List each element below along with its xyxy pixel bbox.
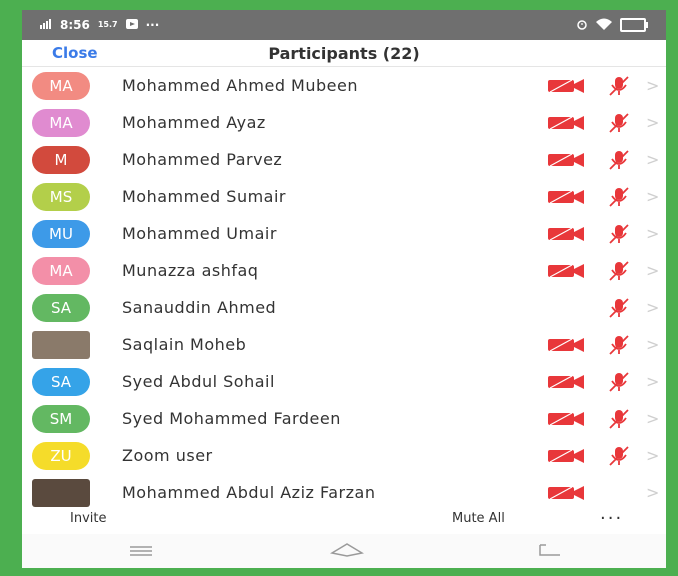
chevron-right-icon[interactable]: > [646,261,659,280]
chevron-right-icon[interactable]: > [646,483,659,502]
page-title: Participants (22) [268,43,420,63]
status-time: 8:56 [60,18,90,32]
avatar: MS [32,182,90,211]
participant-name: Mohammed Abdul Aziz Farzan [122,483,376,502]
mic-muted-icon [608,297,630,319]
chevron-right-icon[interactable]: > [646,335,659,354]
video-off-icon [548,78,584,94]
participant-name: Syed Abdul Sohail [122,372,275,391]
phone-screen: 8:56 15.7 ··· Close Participants (22) MA… [22,10,666,568]
more-dots-icon: ··· [145,18,160,32]
participant-row[interactable]: SA Syed Abdul Sohail > [22,363,666,400]
alarm-icon [576,18,588,33]
participant-name: Saqlain Moheb [122,335,247,354]
mic-muted-icon [608,223,630,245]
participant-row[interactable]: SM Syed Mohammed Fardeen > [22,400,666,437]
avatar: ZU [32,441,90,470]
participant-row[interactable]: MS Mohammed Sumair > [22,178,666,215]
participant-row[interactable]: M Mohammed Parvez > [22,141,666,178]
mute-all-button[interactable]: Mute All [452,511,505,526]
participant-name: Mohammed Parvez [122,150,283,169]
participant-name: Mohammed Ayaz [122,113,266,132]
mic-muted-icon [608,112,630,134]
avatar: M [32,145,90,174]
menu-icon[interactable] [130,542,152,561]
participant-row[interactable]: Saqlain Moheb > [22,326,666,363]
more-options-button[interactable]: ··· [600,508,623,529]
participant-name: Mohammed Umair [122,224,277,243]
video-off-icon [548,337,584,353]
signal-icon [40,18,52,32]
participant-row[interactable]: MA Mohammed Ahmed Mubeen > [22,67,666,104]
avatar [32,330,90,359]
mic-muted-icon [608,334,630,356]
video-off-icon [548,374,584,390]
video-off-icon [548,263,584,279]
close-button[interactable]: Close [52,44,98,62]
participant-name: Zoom user [122,446,213,465]
mic-muted-icon [608,371,630,393]
home-icon[interactable] [329,541,365,561]
chevron-right-icon[interactable]: > [646,298,659,317]
participant-name: Munazza ashfaq [122,261,259,280]
system-nav-bar [22,534,666,568]
avatar: MA [32,108,90,137]
avatar: MA [32,256,90,285]
back-icon[interactable] [536,542,562,561]
mic-muted-icon [608,149,630,171]
status-bar: 8:56 15.7 ··· [22,10,666,40]
video-off-icon [548,226,584,242]
mic-muted-icon [608,186,630,208]
net-speed: 15.7 [97,20,118,29]
avatar: MA [32,71,90,100]
participant-list: MA Mohammed Ahmed Mubeen > MA Mohammed Ayaz >… [22,67,666,511]
participant-row[interactable]: SA Sanauddin Ahmed > [22,289,666,326]
video-off-icon [548,189,584,205]
video-off-icon [548,485,584,501]
chevron-right-icon[interactable]: > [646,150,659,169]
invite-button[interactable]: Invite [70,511,106,526]
participant-name: Mohammed Sumair [122,187,287,206]
video-off-icon [548,115,584,131]
wifi-icon [596,18,612,33]
avatar: SA [32,367,90,396]
video-off-icon [548,448,584,464]
mic-muted-icon [608,260,630,282]
bottom-actions: Invite Mute All ··· [22,505,666,531]
chevron-right-icon[interactable]: > [646,372,659,391]
participant-name: Sanauddin Ahmed [122,298,277,317]
avatar: SA [32,293,90,322]
participant-name: Syed Mohammed Fardeen [122,409,341,428]
notification-icon [125,18,138,32]
participant-row[interactable]: MA Mohammed Ayaz > [22,104,666,141]
participant-name: Mohammed Ahmed Mubeen [122,76,358,95]
chevron-right-icon[interactable]: > [646,113,659,132]
mic-muted-icon [608,75,630,97]
avatar: MU [32,219,90,248]
mic-muted-icon [608,445,630,467]
video-off-icon [548,411,584,427]
participant-row[interactable]: MA Munazza ashfaq > [22,252,666,289]
avatar [32,478,90,507]
participants-header: Close Participants (22) [22,40,666,67]
avatar: SM [32,404,90,433]
participant-row[interactable]: ZU Zoom user > [22,437,666,474]
chevron-right-icon[interactable]: > [646,76,659,95]
chevron-right-icon[interactable]: > [646,224,659,243]
chevron-right-icon[interactable]: > [646,446,659,465]
participant-row[interactable]: MU Mohammed Umair > [22,215,666,252]
mic-muted-icon [608,408,630,430]
video-off-icon [548,152,584,168]
chevron-right-icon[interactable]: > [646,409,659,428]
chevron-right-icon[interactable]: > [646,187,659,206]
battery-icon [620,18,648,32]
